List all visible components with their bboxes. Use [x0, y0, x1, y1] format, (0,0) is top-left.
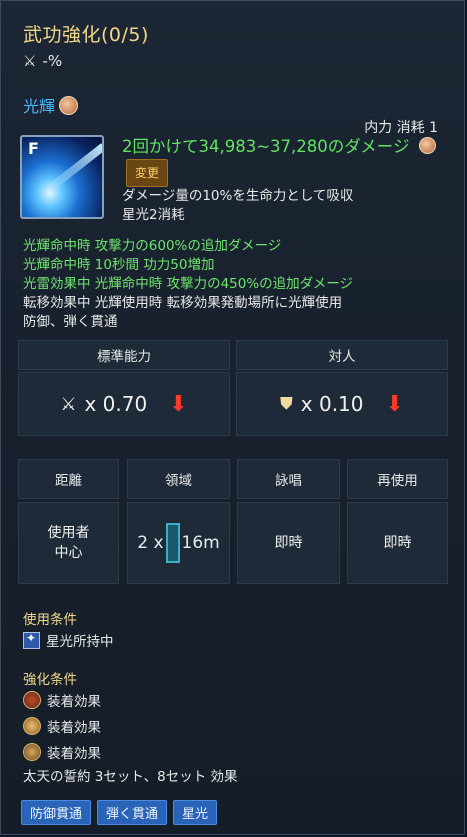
info-header-distance: 距離	[18, 459, 119, 499]
area-right: 16m	[181, 533, 220, 553]
pvp-value: x 0.10	[300, 392, 364, 416]
equipment-icon	[23, 691, 41, 709]
fist-icon	[418, 137, 436, 154]
equipment-icon	[23, 743, 41, 761]
cost-label: 内力 消耗 1	[364, 120, 438, 136]
enhance-value: -%	[42, 52, 63, 70]
effect-line: 光輝命中時 攻撃力の600%の追加ダメージ	[23, 238, 282, 254]
light-streak-icon	[38, 143, 102, 199]
enhance-condition-text: 装着効果	[47, 746, 101, 762]
down-arrow-icon: ⬇	[385, 391, 404, 417]
enhance-condition: 装着効果	[23, 742, 101, 762]
tooltip-title: 武功強化(0/5)	[23, 24, 149, 46]
star-light-icon	[23, 631, 40, 649]
tag-list: 防御貫通 弾く貫通 星光	[21, 800, 218, 825]
text-cursor	[165, 523, 180, 563]
use-condition: 星光所持中	[23, 630, 114, 650]
info-header-area: 領域	[127, 459, 230, 499]
info-header-cooldown: 再使用	[347, 459, 448, 499]
stat-pvp: ⛊ x 0.10 ⬇	[236, 372, 448, 436]
info-header-cast: 詠唱	[237, 459, 340, 499]
skill-key: F	[28, 139, 39, 158]
enhance-row: ⚔ -%	[23, 52, 62, 70]
change-badge: 変更	[126, 159, 169, 187]
use-condition-label: 使用条件	[23, 612, 77, 628]
info-cooldown: 即時	[347, 502, 448, 584]
enhance-condition: 装着効果	[23, 716, 101, 736]
effect-line: 防御、弾く貫通	[23, 314, 118, 330]
crossed-swords-icon: ⚔	[60, 393, 77, 415]
enhance-condition-label: 強化条件	[23, 672, 77, 688]
damage-line: 2回かけて34,983~37,280のダメージ	[122, 137, 410, 156]
crossed-swords-icon: ⚔	[23, 52, 37, 70]
use-condition-text: 星光所持中	[46, 634, 114, 650]
fist-icon	[59, 95, 79, 115]
pvp-icon: ⛊	[280, 394, 293, 414]
info-distance: 使用者 中心	[18, 502, 119, 584]
down-arrow-icon: ⬇	[169, 391, 188, 417]
enhance-condition-text: 装着効果	[47, 694, 101, 710]
desc-line: 星光2消耗	[122, 207, 185, 223]
skill-description: ダメージ量の10%を生命力として吸収 星光2消耗	[122, 187, 353, 225]
effect-line: 光輝命中時 10秒間 功力50増加	[23, 257, 215, 273]
equipment-icon	[23, 717, 41, 735]
skill-name-row: 光輝	[23, 93, 79, 117]
area-left: 2 x	[137, 533, 164, 553]
effect-line: 光雷効果中 光輝命中時 攻撃力の450%の追加ダメージ	[23, 276, 354, 292]
effect-list: 光輝命中時 攻撃力の600%の追加ダメージ 光輝命中時 10秒間 功力50増加 …	[23, 237, 353, 332]
enhance-condition: 装着効果	[23, 690, 101, 710]
damage-text: 2回かけて34,983~37,280のダメージ 変更	[122, 135, 452, 187]
pve-value: x 0.70	[84, 392, 148, 416]
skill-name: 光輝	[23, 97, 56, 116]
enhance-condition-text: 装着効果	[47, 720, 101, 736]
tag-defense-pierce: 防御貫通	[21, 800, 92, 825]
stat-header-pvp: 対人	[236, 340, 448, 370]
tag-parry-pierce: 弾く貫通	[97, 800, 168, 825]
effect-line: 転移効果中 光輝使用時 転移効果発動場所に光輝使用	[23, 295, 343, 311]
skill-tooltip: 武功強化(0/5) ⚔ -% 光輝 内力 消耗 1 F 2回かけて34,983~…	[0, 0, 465, 835]
set-effect-text: 太天の誓約 3セット、8セット 効果	[23, 769, 238, 785]
info-cast: 即時	[237, 502, 340, 584]
tag-starlight: 星光	[173, 800, 218, 825]
stat-pve: ⚔ x 0.70 ⬇	[18, 372, 230, 436]
desc-line: ダメージ量の10%を生命力として吸収	[122, 188, 354, 204]
stat-header-pve: 標準能力	[18, 340, 230, 370]
skill-icon: F	[20, 135, 104, 219]
info-area: 2 x 16m	[127, 502, 230, 584]
